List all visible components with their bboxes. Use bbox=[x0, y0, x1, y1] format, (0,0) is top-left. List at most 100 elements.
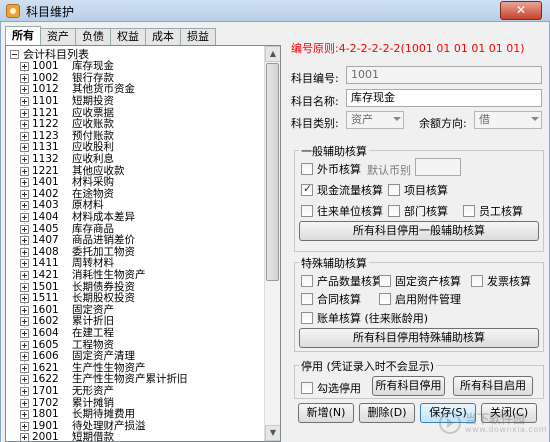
tab-equity[interactable]: 权益 bbox=[110, 28, 146, 46]
checkbox-box[interactable] bbox=[301, 205, 313, 217]
foreign-currency-checkbox[interactable]: 外币核算 bbox=[301, 161, 361, 177]
expand-icon[interactable] bbox=[20, 352, 29, 362]
tree-item[interactable]: 1001 库存现金 bbox=[20, 61, 188, 73]
expand-icon[interactable] bbox=[20, 236, 29, 246]
checkbox-box[interactable] bbox=[471, 275, 483, 287]
project-checkbox[interactable]: 项目核算 bbox=[388, 182, 448, 198]
scroll-thumb[interactable] bbox=[266, 63, 279, 281]
checkbox-box[interactable] bbox=[301, 293, 313, 305]
disable-checkbox[interactable]: 勾选停用 bbox=[301, 380, 361, 396]
tab-cost[interactable]: 成本 bbox=[145, 28, 181, 46]
employee-checkbox[interactable]: 员工核算 bbox=[463, 203, 523, 219]
invoice-checkbox[interactable]: 发票核算 bbox=[471, 273, 531, 289]
delete-button[interactable]: 删除(D) bbox=[359, 403, 415, 423]
contact-unit-checkbox[interactable]: 往来单位核算 bbox=[301, 203, 383, 219]
tree-item[interactable]: 1401 材料采购 bbox=[20, 177, 188, 189]
tree-item[interactable]: 1606 固定资产清理 bbox=[20, 351, 188, 363]
expand-icon[interactable] bbox=[20, 62, 29, 72]
tree-item[interactable]: 1101 短期投资 bbox=[20, 96, 188, 108]
disable-all-button[interactable]: 所有科目停用 bbox=[372, 376, 445, 396]
expand-icon[interactable] bbox=[20, 317, 29, 327]
expand-icon[interactable] bbox=[20, 97, 29, 107]
tree-item[interactable]: 1701 无形资产 bbox=[20, 385, 188, 398]
expand-icon[interactable] bbox=[20, 282, 29, 292]
default-currency-field[interactable] bbox=[415, 158, 461, 176]
expand-icon[interactable] bbox=[20, 305, 29, 315]
expand-icon[interactable] bbox=[20, 375, 29, 385]
checkbox-box[interactable] bbox=[388, 205, 400, 217]
expand-icon[interactable] bbox=[20, 363, 29, 373]
checkbox-box[interactable] bbox=[301, 312, 313, 324]
expand-icon[interactable] bbox=[20, 143, 29, 153]
attachment-checkbox[interactable]: 启用附件管理 bbox=[379, 291, 461, 307]
scroll-down-icon[interactable]: ▼ bbox=[265, 425, 280, 441]
expand-icon[interactable] bbox=[20, 410, 29, 420]
disable-special-aux-button[interactable]: 所有科目停用特殊辅助核算 bbox=[299, 328, 539, 348]
tree-item[interactable]: 1131 应收股利 bbox=[20, 142, 188, 154]
expand-icon[interactable] bbox=[20, 328, 29, 338]
checkbox-box[interactable] bbox=[379, 275, 391, 287]
expand-icon[interactable] bbox=[20, 433, 29, 441]
expand-icon[interactable] bbox=[20, 259, 29, 269]
expand-icon[interactable] bbox=[20, 270, 29, 280]
checkbox-box[interactable] bbox=[301, 163, 313, 175]
expand-icon[interactable] bbox=[20, 201, 29, 211]
tree-item[interactable]: 2001 短期借款 bbox=[20, 432, 188, 441]
expand-icon[interactable] bbox=[20, 340, 29, 350]
checkbox-box[interactable] bbox=[379, 293, 391, 305]
expand-icon[interactable] bbox=[20, 398, 29, 408]
product-qty-checkbox[interactable]: 产品数量核算 bbox=[301, 273, 383, 289]
tree-item[interactable]: 1404 材料成本差异 bbox=[20, 212, 188, 224]
expand-icon[interactable] bbox=[20, 386, 29, 396]
tree-item[interactable]: 1407 商品进销差价 bbox=[20, 235, 188, 247]
checkbox-box[interactable] bbox=[388, 184, 400, 196]
account-tree[interactable]: 会计科目列表 1001 库存现金 1002 银行存款 1012 其他货币资金 1101 短期投… bbox=[5, 45, 281, 442]
expand-icon[interactable] bbox=[20, 224, 29, 234]
category-select[interactable]: 资产 bbox=[346, 111, 404, 129]
expand-icon[interactable] bbox=[20, 294, 29, 304]
tab-liabilities[interactable]: 负债 bbox=[75, 28, 111, 46]
tree-item[interactable]: 1411 周转材料 bbox=[20, 258, 188, 270]
cashflow-checkbox[interactable]: 现金流量核算 bbox=[301, 182, 383, 198]
tab-profit-loss[interactable]: 损益 bbox=[180, 28, 216, 46]
expand-icon[interactable] bbox=[20, 85, 29, 95]
tree-item[interactable]: 1132 应收利息 bbox=[20, 154, 188, 166]
tree-root[interactable]: 会计科目列表 bbox=[10, 48, 89, 61]
tree-item[interactable]: 1622 生产性生物资产累计折旧 bbox=[20, 374, 188, 386]
checkbox-box[interactable] bbox=[301, 382, 313, 394]
tree-scrollbar[interactable]: ▲ ▼ bbox=[264, 46, 280, 441]
enable-all-button[interactable]: 所有科目启用 bbox=[453, 376, 533, 396]
contract-checkbox[interactable]: 合同核算 bbox=[301, 291, 361, 307]
tree-item[interactable]: 1602 累计折旧 bbox=[20, 316, 188, 328]
tree-item[interactable]: 1801 长期待摊费用 bbox=[20, 409, 188, 421]
close-window-button[interactable]: ✕ bbox=[500, 1, 542, 20]
collapse-icon[interactable] bbox=[10, 49, 19, 59]
expand-icon[interactable] bbox=[20, 131, 29, 141]
checkbox-box[interactable] bbox=[463, 205, 475, 217]
name-field[interactable]: 库存现金 bbox=[346, 89, 542, 107]
tree-item[interactable]: 1421 消耗性生物资产 bbox=[20, 269, 188, 282]
code-field[interactable]: 1001 bbox=[346, 66, 542, 84]
expand-icon[interactable] bbox=[20, 178, 29, 188]
expand-icon[interactable] bbox=[20, 73, 29, 83]
checkbox-box-checked[interactable] bbox=[301, 182, 313, 196]
expand-icon[interactable] bbox=[20, 120, 29, 130]
checkbox-box[interactable] bbox=[301, 275, 313, 287]
scroll-up-icon[interactable]: ▲ bbox=[265, 46, 280, 62]
tree-item[interactable]: 1511 长期股权投资 bbox=[20, 293, 188, 305]
disable-general-aux-button[interactable]: 所有科目停用一般辅助核算 bbox=[299, 221, 539, 241]
expand-icon[interactable] bbox=[20, 247, 29, 257]
expand-icon[interactable] bbox=[20, 213, 29, 223]
new-button[interactable]: 新增(N) bbox=[298, 403, 354, 423]
fixed-asset-checkbox[interactable]: 固定资产核算 bbox=[379, 273, 461, 289]
expand-icon[interactable] bbox=[20, 421, 29, 431]
direction-select[interactable]: 借 bbox=[474, 111, 542, 129]
bill-checkbox[interactable]: 账单核算 (往来账龄用) bbox=[301, 310, 428, 326]
expand-icon[interactable] bbox=[20, 189, 29, 199]
tab-assets[interactable]: 资产 bbox=[40, 28, 76, 46]
expand-icon[interactable] bbox=[20, 155, 29, 165]
department-checkbox[interactable]: 部门核算 bbox=[388, 203, 448, 219]
tree-item[interactable]: 1122 应收账款 bbox=[20, 119, 188, 131]
expand-icon[interactable] bbox=[20, 108, 29, 118]
tree-item[interactable]: 1403 原材料 bbox=[20, 200, 188, 212]
